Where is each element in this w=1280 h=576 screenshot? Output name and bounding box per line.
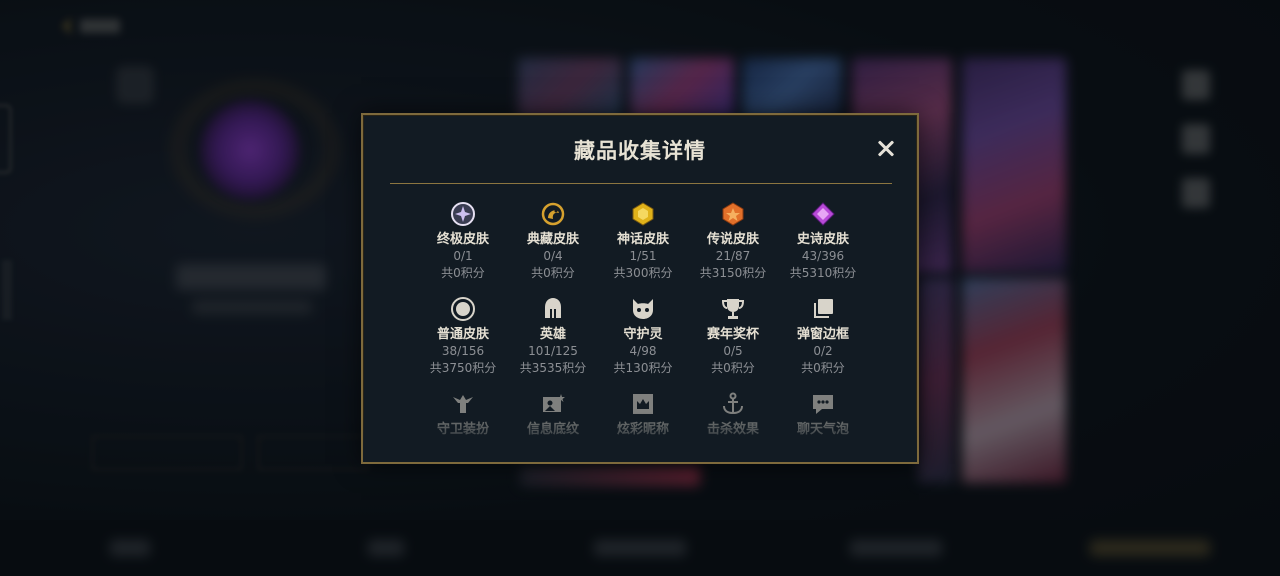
chroma-name-icon <box>630 391 656 417</box>
category-count: 1/51 <box>629 249 657 263</box>
collection-details-modal: 藏品收集详情 终极皮肤 0/1 共0积分 典藏皮肤 0/4 共0积分 神话皮肤 <box>361 113 919 464</box>
category-label: 击杀效果 <box>706 422 759 437</box>
category-label: 守护灵 <box>623 327 663 342</box>
common-skin-icon <box>450 296 476 322</box>
category-champion[interactable]: 英雄 101/125 共3535积分 <box>508 296 598 377</box>
guardian-spirit-icon <box>630 296 656 322</box>
category-label: 典藏皮肤 <box>526 232 579 247</box>
ultimate-skin-icon <box>450 201 476 227</box>
ward-skin-icon <box>450 391 476 417</box>
category-count: 38/156 <box>441 344 485 358</box>
close-icon[interactable] <box>873 136 899 162</box>
category-points: 共3750积分 <box>429 361 497 375</box>
modal-title: 藏品收集详情 <box>574 139 706 163</box>
category-label: 聊天气泡 <box>796 422 849 437</box>
category-points: 共300积分 <box>613 266 673 280</box>
category-label: 炫彩昵称 <box>616 422 669 437</box>
category-points: 共0积分 <box>801 361 845 375</box>
category-ultimate-skin[interactable]: 终极皮肤 0/1 共0积分 <box>418 201 508 282</box>
category-label: 守卫装扮 <box>436 422 489 437</box>
category-label: 弹窗边框 <box>796 327 849 342</box>
category-count: 101/125 <box>528 344 578 358</box>
category-label: 信息底纹 <box>526 422 579 437</box>
category-grid: 终极皮肤 0/1 共0积分 典藏皮肤 0/4 共0积分 神话皮肤 1/51 共3… <box>418 201 868 438</box>
category-count: 0/4 <box>543 249 563 263</box>
category-prestige-skin[interactable]: 典藏皮肤 0/4 共0积分 <box>508 201 598 282</box>
category-season-trophy[interactable]: 赛年奖杯 0/5 共0积分 <box>688 296 778 377</box>
legendary-skin-icon <box>720 201 746 227</box>
category-count: 21/87 <box>715 249 751 263</box>
profile-banner-icon <box>540 391 566 417</box>
kill-effect-icon <box>720 391 746 417</box>
category-count: 4/98 <box>629 344 657 358</box>
category-profile-banner[interactable]: 信息底纹 <box>508 391 598 438</box>
category-label: 赛年奖杯 <box>706 327 759 342</box>
prestige-skin-icon <box>540 201 566 227</box>
champion-helmet-icon <box>540 296 566 322</box>
category-guardian-spirit[interactable]: 守护灵 4/98 共130积分 <box>598 296 688 377</box>
title-divider <box>390 183 892 184</box>
category-points: 共3150积分 <box>699 266 767 280</box>
category-mythic-skin[interactable]: 神话皮肤 1/51 共300积分 <box>598 201 688 282</box>
category-epic-skin[interactable]: 史诗皮肤 43/396 共5310积分 <box>778 201 868 282</box>
category-chroma-name[interactable]: 炫彩昵称 <box>598 391 688 438</box>
category-popup-frame[interactable]: 弹窗边框 0/2 共0积分 <box>778 296 868 377</box>
category-points: 共0积分 <box>441 266 485 280</box>
trophy-icon <box>720 296 746 322</box>
category-count: 0/5 <box>723 344 743 358</box>
category-count: 43/396 <box>801 249 845 263</box>
category-label: 终极皮肤 <box>436 232 489 247</box>
category-label: 神话皮肤 <box>616 232 669 247</box>
category-ward-skin[interactable]: 守卫装扮 <box>418 391 508 438</box>
category-points: 共0积分 <box>531 266 575 280</box>
category-label: 英雄 <box>539 327 566 342</box>
category-legendary-skin[interactable]: 传说皮肤 21/87 共3150积分 <box>688 201 778 282</box>
category-points: 共0积分 <box>711 361 755 375</box>
category-label: 传说皮肤 <box>706 232 759 247</box>
mythic-skin-icon <box>630 201 656 227</box>
epic-skin-icon <box>810 201 836 227</box>
chat-bubble-icon <box>810 391 836 417</box>
category-points: 共3535积分 <box>519 361 587 375</box>
category-label: 普通皮肤 <box>436 327 489 342</box>
category-common-skin[interactable]: 普通皮肤 38/156 共3750积分 <box>418 296 508 377</box>
category-label: 史诗皮肤 <box>796 232 849 247</box>
category-chat-bubble[interactable]: 聊天气泡 <box>778 391 868 438</box>
category-points: 共5310积分 <box>789 266 857 280</box>
category-kill-effect[interactable]: 击杀效果 <box>688 391 778 438</box>
popup-frame-icon <box>810 296 836 322</box>
category-points: 共130积分 <box>613 361 673 375</box>
category-count: 0/2 <box>813 344 833 358</box>
category-count: 0/1 <box>453 249 473 263</box>
